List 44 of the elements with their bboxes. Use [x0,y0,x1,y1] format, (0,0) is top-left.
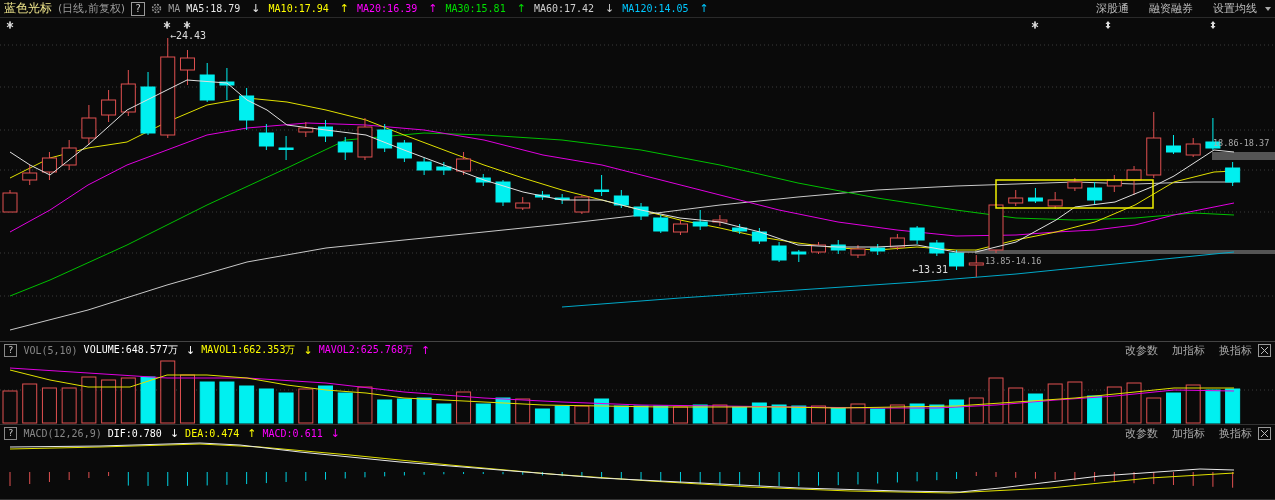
panel-action-link[interactable]: 加指标 [1172,342,1205,358]
help-button[interactable]: ? [4,426,18,440]
stock-title: 蓝色光标 [4,0,52,17]
legend-value: MACD:0.611 [262,427,323,439]
legend-value: DIF:0.780 [107,427,162,439]
trend-arrow: ↑ [339,2,349,15]
legend-value: MA60:17.42 [533,3,595,14]
panel-action-link[interactable]: 换指标 [1219,342,1252,358]
panel-action-link[interactable]: 改参数 [1125,342,1158,358]
panel-action-link[interactable]: 换指标 [1219,425,1252,441]
trend-arrow: ↑ [516,2,526,15]
price-label: ←24.43 [170,30,207,41]
trend-arrow: ↓ [303,343,313,357]
price-label: ←13.31 [912,264,949,275]
help-button[interactable]: ? [4,343,18,357]
legend-value: VOLUME:648.577万 [83,343,178,357]
indicator-name: MACD(12,26,9) [23,427,102,439]
legend-value: DEA:0.474 [185,427,240,439]
legend-value: MA5:18.79 [186,3,241,14]
panel-action-link[interactable]: 改参数 [1125,425,1158,441]
trend-arrow: ↑ [699,2,709,15]
trend-arrow: ↑ [428,2,438,15]
legend-value: MAVOL1:662.353万 [201,343,296,357]
help-button[interactable]: ? [131,1,146,16]
period-label: (日线,前复权) [58,1,126,16]
trend-arrow: ↓ [605,2,615,15]
toolbar-link[interactable]: 设置均线 [1213,1,1257,16]
legend-value: MA30:15.81 [445,3,506,14]
trend-arrow: ↑ [420,343,431,357]
trend-arrow: ↓ [185,343,196,357]
legend-value: MA20:16.39 [357,3,418,14]
trend-arrow: ↓ [251,2,261,15]
legend-value: MAVOL2:625.768万 [318,343,413,357]
indicator-name: MA [168,3,181,14]
trend-arrow: ↓ [330,426,340,440]
toolbar-link[interactable]: 深股通 [1096,1,1129,16]
panel-action-link[interactable]: 加指标 [1172,425,1205,441]
trend-arrow: ↑ [247,426,257,440]
trend-arrow: ↓ [169,426,180,440]
legend-value: MA10:17.94 [268,3,329,14]
price-range-label: 13.85-14.16 [985,256,1042,266]
legend-value: MA120:14.05 [622,3,689,14]
indicator-name: VOL(5,10) [23,344,78,356]
toolbar-link[interactable]: 融资融券 [1149,1,1193,16]
